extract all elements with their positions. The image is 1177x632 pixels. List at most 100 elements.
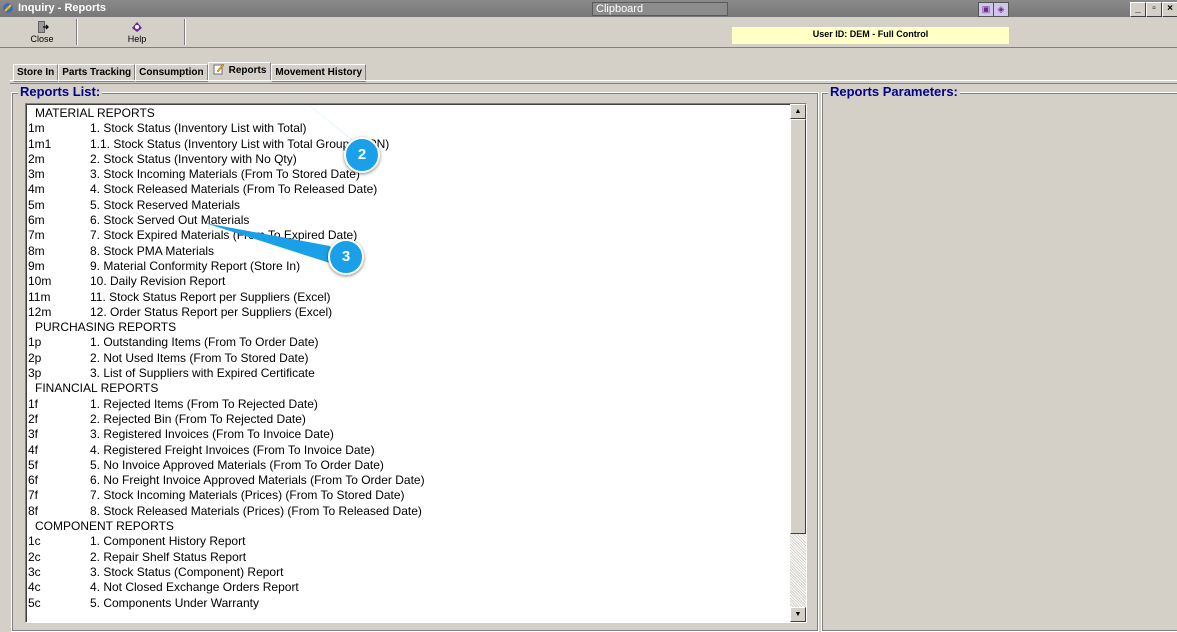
- report-category-header[interactable]: COMPONENT REPORTS: [28, 519, 788, 534]
- tab-reports-label: Reports: [228, 65, 267, 76]
- report-code: 3p: [28, 366, 42, 381]
- report-item[interactable]: 1m1 1.1. Stock Status (Inventory List wit…: [28, 137, 788, 152]
- scroll-thumb[interactable]: [790, 119, 806, 534]
- report-category-header[interactable]: MATERIAL REPORTS: [28, 106, 788, 121]
- report-category-label: FINANCIAL REPORTS: [35, 381, 159, 396]
- reports-listbox[interactable]: MATERIAL REPORTS 1m 1. Stock Status (Inven…: [25, 103, 807, 623]
- report-title: 1. Component History Report: [90, 534, 246, 549]
- report-item[interactable]: 1m 1. Stock Status (Inventory List with T…: [28, 121, 788, 136]
- minimize-button[interactable]: _: [1130, 2, 1146, 17]
- report-item[interactable]: 5m 5. Stock Reserved Materials: [28, 198, 788, 213]
- report-title: 1. Stock Status (Inventory List with Tot…: [90, 121, 307, 136]
- report-item[interactable]: 9m 9. Material Conformity Report (Store I…: [28, 259, 788, 274]
- report-item[interactable]: 11m 11. Stock Status Report per Suppliers…: [28, 290, 788, 305]
- help-button[interactable]: Help: [107, 19, 167, 47]
- report-item[interactable]: 1c 1. Component History Report: [28, 534, 788, 549]
- reports-list-label: Reports List:: [18, 84, 103, 99]
- report-item[interactable]: 3p 3. List of Suppliers with Expired Cert…: [28, 366, 788, 381]
- report-item[interactable]: 8f 8. Stock Released Materials (Prices) (…: [28, 504, 788, 519]
- report-item[interactable]: 3f 3. Registered Invoices (From To Invoic…: [28, 427, 788, 442]
- report-code: 3f: [28, 427, 39, 442]
- tab-strip: Store In Parts Tracking Consumption Repo…: [13, 62, 367, 82]
- tab-divider: [10, 80, 1177, 84]
- clipboard-field[interactable]: Clipboard: [592, 2, 728, 16]
- report-category-label: PURCHASING REPORTS: [35, 320, 177, 335]
- report-item[interactable]: 7m 7. Stock Expired Materials (From To Ex…: [28, 228, 788, 243]
- maximize-button[interactable]: ▫: [1146, 2, 1162, 17]
- report-title: 2. Repair Shelf Status Report: [90, 549, 247, 564]
- report-code: 2c: [28, 549, 41, 564]
- report-title: 6. No Freight Invoice Approved Materials…: [90, 473, 425, 488]
- chat-icon[interactable]: ◈: [993, 2, 1009, 17]
- report-item[interactable]: 4c 4. Not Closed Exchange Orders Report: [28, 580, 788, 595]
- report-code: 3m: [28, 167, 45, 182]
- report-title: 4. Stock Released Materials (From To Rel…: [90, 182, 378, 197]
- report-item[interactable]: 5c 5. Components Under Warranty: [28, 596, 788, 611]
- report-code: 1m1: [28, 136, 52, 151]
- reports-parameters-group: Reports Parameters:: [821, 85, 1177, 632]
- report-item[interactable]: 1f 1. Rejected Items (From To Rejected Da…: [28, 397, 788, 412]
- report-title: 5. No Invoice Approved Materials (From T…: [90, 457, 384, 472]
- user-info-bar: User ID: DEM - Full Control: [732, 27, 1009, 44]
- report-title: 5. Stock Reserved Materials: [90, 197, 241, 212]
- help-button-label: Help: [127, 34, 147, 44]
- reports-rows: MATERIAL REPORTS 1m 1. Stock Status (Inven…: [28, 106, 788, 611]
- report-item[interactable]: 2f 2. Rejected Bin (From To Rejected Date…: [28, 412, 788, 427]
- report-code: 6m: [28, 213, 45, 228]
- door-exit-icon: [38, 21, 49, 33]
- report-code: 2f: [28, 411, 39, 426]
- report-title: 10. Daily Revision Report: [90, 274, 226, 289]
- report-title: 3. Registered Invoices (From To Invoice …: [90, 427, 334, 442]
- vertical-scrollbar[interactable]: ▲ ▼: [790, 104, 806, 622]
- report-item[interactable]: 10m 10. Daily Revision Report: [28, 274, 788, 289]
- report-item[interactable]: 3c 3. Stock Status (Component) Report: [28, 565, 788, 580]
- report-item[interactable]: 6f 6. No Freight Invoice Approved Materia…: [28, 473, 788, 488]
- report-edit-icon: [213, 63, 224, 75]
- screen-icon[interactable]: ▣: [978, 2, 994, 17]
- callout-badge-3: 3: [328, 239, 364, 275]
- report-code: 1p: [28, 335, 42, 350]
- report-code: 7f: [28, 488, 39, 503]
- report-item[interactable]: 6m 6. Stock Served Out Materials: [28, 213, 788, 228]
- report-code: 1m: [28, 121, 45, 136]
- report-item[interactable]: 7f 7. Stock Incoming Materials (Prices) (…: [28, 488, 788, 503]
- report-title: 2. Not Used Items (From To Stored Date): [90, 350, 309, 365]
- report-title: 1. Rejected Items (From To Rejected Date…: [90, 396, 318, 411]
- report-title: 7. Stock Expired Materials (From To Expi…: [90, 228, 358, 243]
- report-item[interactable]: 4m 4. Stock Released Materials (From To R…: [28, 182, 788, 197]
- scroll-down-button[interactable]: ▼: [790, 607, 806, 622]
- report-title: 2. Rejected Bin (From To Rejected Date): [90, 411, 306, 426]
- report-code: 6f: [28, 473, 39, 488]
- tab-reports[interactable]: Reports: [207, 62, 272, 81]
- callout-badge-2: 2: [344, 137, 380, 173]
- report-item[interactable]: 1p 1. Outstanding Items (From To Order Da…: [28, 335, 788, 350]
- report-title: 3. Stock Status (Component) Report: [90, 564, 284, 579]
- report-code: 10m: [28, 274, 52, 289]
- report-category-header[interactable]: PURCHASING REPORTS: [28, 320, 788, 335]
- report-title: 8. Stock PMA Materials: [90, 243, 215, 258]
- close-window-button[interactable]: ×: [1162, 2, 1177, 17]
- report-code: 3c: [28, 564, 41, 579]
- report-item[interactable]: 4f 4. Registered Freight Invoices (From T…: [28, 443, 788, 458]
- title-bar: Inquiry - Reports Clipboard ▣ ◈ _ ▫ ×: [0, 0, 1177, 17]
- report-item[interactable]: 3m 3. Stock Incoming Materials (From To S…: [28, 167, 788, 182]
- app-icon: [3, 3, 13, 13]
- report-item[interactable]: 8m 8. Stock PMA Materials: [28, 244, 788, 259]
- report-code: 8f: [28, 503, 39, 518]
- report-code: 8m: [28, 243, 45, 258]
- report-title: 4. Not Closed Exchange Orders Report: [90, 580, 299, 595]
- report-item[interactable]: 2m 2. Stock Status (Inventory with No Qty…: [28, 152, 788, 167]
- report-item[interactable]: 12m 12. Order Status Report per Suppliers…: [28, 305, 788, 320]
- report-item[interactable]: 5f 5. No Invoice Approved Materials (From…: [28, 458, 788, 473]
- report-code: 5f: [28, 457, 39, 472]
- close-button[interactable]: Close: [12, 19, 72, 47]
- report-category-header[interactable]: FINANCIAL REPORTS: [28, 381, 788, 396]
- window-title: Inquiry - Reports: [18, 2, 107, 14]
- report-title: 1. Outstanding Items (From To Order Date…: [90, 335, 319, 350]
- report-title: 11. Stock Status Report per Suppliers (E…: [90, 289, 331, 304]
- report-item[interactable]: 2c 2. Repair Shelf Status Report: [28, 550, 788, 565]
- report-title: 2. Stock Status (Inventory with No Qty): [90, 151, 297, 166]
- report-item[interactable]: 2p 2. Not Used Items (From To Stored Date…: [28, 351, 788, 366]
- scroll-up-button[interactable]: ▲: [790, 104, 806, 119]
- toolbar-separator: [184, 19, 186, 45]
